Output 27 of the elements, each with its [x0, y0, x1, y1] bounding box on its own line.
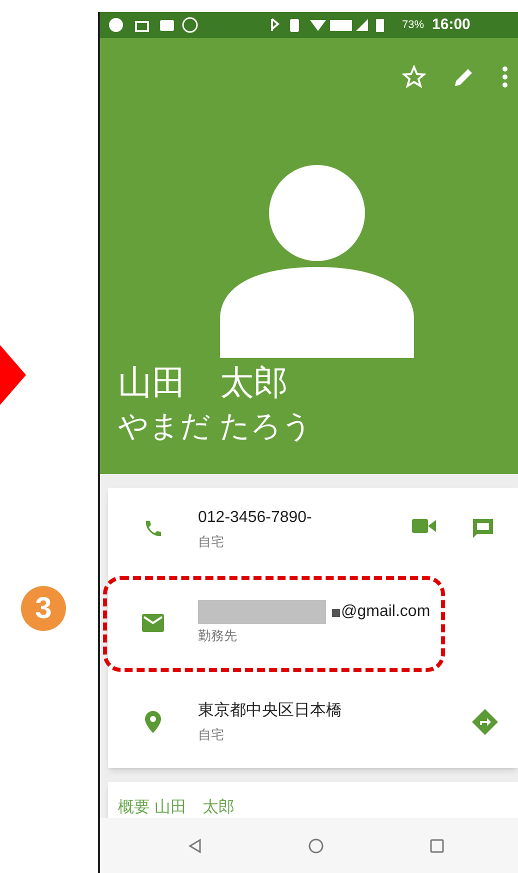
status-icon — [108, 17, 198, 33]
more-icon[interactable] — [502, 65, 508, 89]
phone-icon — [143, 519, 163, 539]
battery-percent: 73% — [402, 18, 424, 33]
avatar-icon — [220, 164, 414, 358]
video-call-icon[interactable] — [412, 518, 436, 534]
directions-icon[interactable] — [472, 709, 498, 735]
star-icon[interactable] — [402, 65, 426, 89]
detail-label: 勤務先 — [198, 627, 237, 646]
location-pin-icon — [145, 711, 161, 733]
detail-label: 自宅 — [198, 533, 224, 552]
about-title: 概要 山田 太郎 — [118, 798, 234, 818]
back-icon[interactable] — [188, 838, 202, 854]
clock: 16:00 — [432, 14, 470, 35]
contact-name: 山田 太郎 — [118, 366, 289, 400]
contact-reading: やまだ たろう — [118, 412, 314, 442]
arrow-icon — [0, 345, 26, 405]
home-icon[interactable] — [308, 838, 324, 854]
detail-value: 012-3456-7890- — [198, 508, 312, 528]
mail-icon — [142, 614, 164, 632]
recents-icon[interactable] — [430, 838, 444, 852]
redaction-mark — [332, 609, 340, 618]
detail-value: 東京都中央区日本橋 — [198, 700, 342, 722]
message-icon[interactable] — [472, 518, 494, 540]
detail-label: 自宅 — [198, 726, 224, 744]
step-badge: 3 — [21, 586, 66, 631]
detail-value: @gmail.com — [341, 602, 430, 622]
